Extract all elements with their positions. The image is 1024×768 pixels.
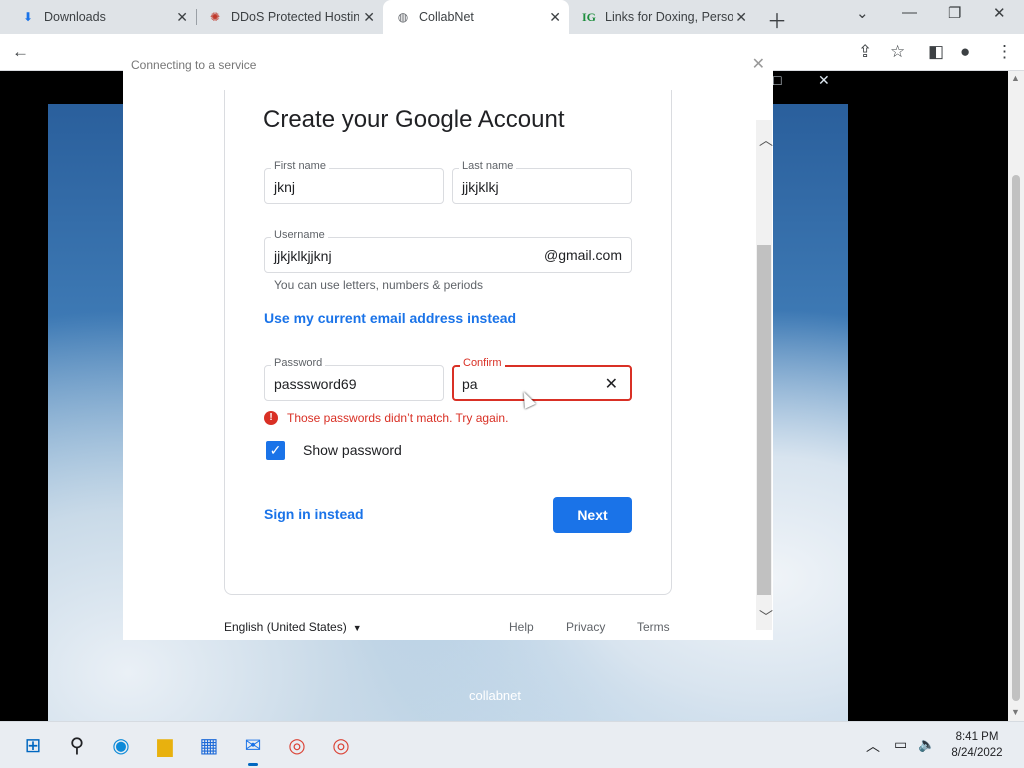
clock-time: 8:41 PM	[955, 731, 999, 743]
close-icon[interactable]: ✕	[735, 9, 747, 26]
language-selector[interactable]: English (United States) ▼	[224, 620, 362, 634]
volume-icon[interactable]: 🔈	[918, 736, 935, 753]
edge-icon[interactable]: ◉	[108, 732, 134, 758]
field-label: Username	[271, 229, 328, 241]
domain-suffix: @gmail.com	[543, 247, 622, 263]
terms-link[interactable]: Terms	[637, 620, 670, 634]
privacy-link[interactable]: Privacy	[566, 620, 605, 634]
mail-icon[interactable]: ✉	[240, 732, 266, 766]
use-current-email-link[interactable]: Use my current email address instead	[264, 310, 516, 326]
bookmark-star-icon[interactable]: ☆	[890, 42, 905, 62]
tab-title: Links for Doxing, Perso	[605, 10, 733, 24]
tab-links[interactable]: IG Links for Doxing, Perso ✕	[569, 0, 755, 34]
tab-title: Downloads	[44, 10, 106, 24]
help-link[interactable]: Help	[509, 620, 534, 634]
error-text: Those passwords didn’t match. Try again.	[287, 411, 509, 425]
share-icon[interactable]: ⇪	[858, 42, 872, 62]
clear-icon[interactable]: ✕	[605, 374, 618, 394]
last-name-field[interactable]: Last name jjkjklkj	[452, 160, 632, 204]
clock-date: 8/24/2022	[951, 747, 1003, 759]
site-icon: ✺	[209, 10, 221, 24]
password-field[interactable]: Password passsword69	[264, 357, 444, 401]
globe-icon: ◍	[397, 10, 409, 24]
side-panel-icon[interactable]: ◧	[928, 42, 944, 62]
tab-strip: ⬇ Downloads ✕ ✺ DDoS Protected Hostin ✕ …	[0, 0, 1024, 34]
tab-title: DDoS Protected Hostin	[231, 10, 359, 24]
close-window-icon[interactable]: ✕	[993, 4, 1006, 22]
menu-icon[interactable]: ⋮	[996, 42, 1013, 62]
dialog-title: Connecting to a service	[131, 58, 257, 72]
chevron-down-icon[interactable]: ﹀	[759, 607, 773, 627]
first-name-field[interactable]: First name jknj	[264, 160, 444, 204]
sign-in-instead-link[interactable]: Sign in instead	[264, 506, 364, 522]
store-icon[interactable]: ▦	[196, 732, 222, 758]
confirm-password-field[interactable]: Confirm pa ✕	[452, 357, 632, 401]
clock[interactable]: 8:41 PM 8/24/2022	[942, 729, 1012, 761]
tab-downloads[interactable]: ⬇ Downloads ✕	[0, 0, 196, 34]
scroll-up-icon[interactable]: ▲	[1011, 73, 1020, 83]
show-password-checkbox[interactable]: ✓	[266, 441, 285, 460]
maximize-icon[interactable]: □	[773, 72, 781, 88]
close-icon[interactable]: ✕	[752, 54, 765, 74]
scrollbar-thumb[interactable]	[757, 245, 771, 595]
field-label: Confirm	[460, 357, 505, 369]
chevron-down-icon: ▼	[352, 623, 362, 633]
close-icon[interactable]: ✕	[549, 9, 561, 26]
field-label: First name	[271, 160, 329, 172]
taskbar: ⊞ ⚲ ◉ ▆ ▦ ✉ ◎ ◎ ︿ ▭ 🔈 8:41 PM 8/24/2022	[0, 721, 1024, 768]
password-error: ! Those passwords didn’t match. Try agai…	[264, 411, 508, 425]
next-button[interactable]: Next	[553, 497, 632, 533]
field-value: jjkjklkjjknj	[274, 248, 332, 264]
scroll-down-icon[interactable]: ▼	[1011, 707, 1020, 717]
start-icon[interactable]: ⊞	[20, 732, 46, 758]
language-label: English (United States)	[224, 620, 347, 634]
restore-icon[interactable]: ❐	[948, 4, 961, 22]
chrome-icon[interactable]: ◎	[284, 732, 310, 758]
field-value: passsword69	[274, 376, 357, 392]
username-field[interactable]: Username jjkjklkjjknj @gmail.com	[264, 229, 632, 273]
tab-collabnet[interactable]: ◍ CollabNet ✕	[383, 0, 569, 34]
show-password-label[interactable]: Show password	[303, 442, 402, 458]
chrome-icon[interactable]: ◎	[328, 732, 354, 758]
page-scrollbar[interactable]: ▲ ▼	[1008, 71, 1024, 721]
chevron-up-icon[interactable]: ︿	[866, 736, 880, 756]
close-icon[interactable]: ✕	[176, 9, 188, 26]
download-icon: ⬇	[22, 10, 34, 24]
profile-icon[interactable]: ●	[960, 42, 970, 62]
sign-in-dialog: Connecting to a service ✕ Create your Go…	[123, 50, 773, 640]
new-tab-button[interactable]: ＋	[767, 5, 787, 34]
search-icon[interactable]: ⚲	[64, 732, 90, 758]
field-label: Last name	[459, 160, 517, 172]
close-icon[interactable]: ✕	[363, 9, 375, 26]
dialog-scrollbar[interactable]: ︿ ﹀	[756, 120, 773, 630]
username-hint: You can use letters, numbers & periods	[274, 278, 484, 292]
file-explorer-icon[interactable]: ▆	[152, 732, 178, 758]
minimize-icon[interactable]: —	[902, 4, 917, 21]
field-value: jknj	[274, 179, 296, 195]
tab-search-icon[interactable]: ⌄	[856, 4, 869, 22]
tab-title: CollabNet	[419, 10, 474, 24]
scrollbar-thumb[interactable]	[1012, 175, 1020, 701]
chevron-up-icon[interactable]: ︿	[759, 130, 773, 150]
page-caption: collabnet	[468, 688, 522, 703]
back-icon[interactable]: ←	[12, 42, 29, 62]
error-icon: !	[264, 411, 278, 425]
close-window-icon[interactable]: ✕	[818, 72, 830, 89]
ig-icon: IG	[581, 9, 596, 24]
page-title: Create your Google Account	[263, 106, 565, 133]
field-value: pa	[462, 376, 478, 392]
network-icon[interactable]: ▭	[894, 736, 907, 753]
field-label: Password	[271, 357, 326, 369]
field-value: jjkjklkj	[462, 179, 499, 195]
tab-ddos[interactable]: ✺ DDoS Protected Hostin ✕	[197, 0, 383, 34]
